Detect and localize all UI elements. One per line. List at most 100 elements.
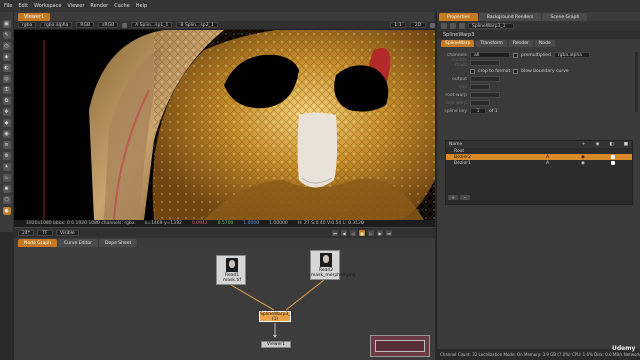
tab-curve-editor[interactable]: Curve Editor xyxy=(57,239,99,247)
mode-select[interactable]: 2D xyxy=(410,22,426,28)
other-icon[interactable]: ✦ xyxy=(2,163,11,171)
tab-properties[interactable]: Properties xyxy=(439,13,478,21)
viewer-tab-bar: Viewer1 xyxy=(14,12,435,21)
particles-icon[interactable]: ✺ xyxy=(2,185,11,193)
lock-warp-field[interactable] xyxy=(470,100,490,106)
3d-icon[interactable]: ◆ xyxy=(2,119,11,127)
curve-row-bezier1[interactable]: Bezier1 A ◉ xyxy=(446,160,632,166)
node-graph-canvas[interactable]: Read1 mask.tif Read2 mask_morphed.png Sp… xyxy=(14,247,435,360)
read2-node[interactable]: Read2 mask_morphed.png xyxy=(310,250,356,280)
proxy-select[interactable]: 1:1 xyxy=(390,22,406,28)
properties-scrollbar[interactable] xyxy=(635,52,638,112)
viewer1-node[interactable]: Viewer1 xyxy=(261,341,291,348)
layer-select[interactable]: rgba.alpha xyxy=(40,22,73,28)
visible-icon[interactable]: ◉ xyxy=(581,161,585,166)
splinewarp-sub: (1) xyxy=(271,316,279,322)
root-warp-field[interactable] xyxy=(470,92,500,98)
tab-node-graph[interactable]: Node Graph xyxy=(18,239,57,247)
colorspace-select[interactable]: RGB xyxy=(76,22,95,28)
tab-background-renders[interactable]: Background Renders xyxy=(478,13,542,21)
lock-icon[interactable] xyxy=(441,23,447,29)
curves-table-header: Name + ◉ ◧ ■ xyxy=(446,141,632,148)
crop-check[interactable] xyxy=(470,68,475,74)
splinewarp-node[interactable]: SplineWarp3_1 (1) xyxy=(259,311,293,322)
first-frame-icon[interactable]: ⏮ xyxy=(332,230,338,236)
isolate-field[interactable] xyxy=(470,60,500,66)
node-graph-minimap[interactable] xyxy=(370,335,430,357)
image-icon[interactable]: ▣ xyxy=(2,20,11,28)
last-frame-icon[interactable]: ⏭ xyxy=(386,230,392,236)
play-forward-icon[interactable]: ▷ xyxy=(368,230,374,236)
remove-curve-button[interactable]: − xyxy=(460,195,470,200)
isolate-label: isolate mask xyxy=(452,58,467,68)
deep-icon[interactable]: ⬡ xyxy=(2,196,11,204)
menu-workspace[interactable]: Workspace xyxy=(34,3,61,9)
color-swatch[interactable] xyxy=(611,155,615,159)
menu-render[interactable]: Render xyxy=(90,3,108,9)
tab-render[interactable]: Render xyxy=(508,40,533,47)
a-input-select[interactable]: A Splin…sp1_1 xyxy=(131,22,173,28)
color-swatch[interactable] xyxy=(611,161,615,165)
tab-viewer1[interactable]: Viewer1 xyxy=(18,13,51,21)
gizmo-icon[interactable]: ● xyxy=(2,207,11,215)
isolate-row: isolate mask xyxy=(437,58,640,68)
tab-transform[interactable]: Transform xyxy=(476,40,507,47)
merge-icon[interactable]: ⧉ xyxy=(2,97,11,105)
next-key-icon[interactable]: ▶ xyxy=(377,230,383,236)
premult-check[interactable] xyxy=(513,52,518,58)
add-icon[interactable]: + xyxy=(582,142,586,147)
tab-node[interactable]: Node xyxy=(534,40,555,47)
mix-field[interactable] xyxy=(470,84,490,90)
channels-field[interactable]: all xyxy=(470,52,510,58)
fps-field[interactable]: 24* xyxy=(18,230,34,236)
metadata-icon[interactable]: ≡ xyxy=(2,141,11,149)
prev-key-icon[interactable]: ◀ xyxy=(341,230,347,236)
filter-icon[interactable]: ◎ xyxy=(2,75,11,83)
range-field[interactable]: TF xyxy=(37,230,53,236)
draw-icon[interactable]: ✎ xyxy=(2,31,11,39)
clear-icon[interactable] xyxy=(450,23,456,29)
status-bar: Channel Count: 32 Localization Mode: On … xyxy=(440,352,640,357)
time-icon[interactable]: ◷ xyxy=(2,42,11,50)
furnace-icon[interactable]: ♨ xyxy=(2,174,11,182)
lut-select[interactable]: sRGB xyxy=(98,22,119,28)
transform-icon[interactable]: ✥ xyxy=(2,108,11,116)
color-icon[interactable]: ◐ xyxy=(2,64,11,72)
tab-splinewarp[interactable]: SplineWarp xyxy=(441,40,475,47)
output-field[interactable] xyxy=(470,76,500,82)
premult-label: premultiplied xyxy=(521,52,551,58)
visible-icon[interactable]: ◉ xyxy=(581,155,585,160)
menu-edit[interactable]: Edit xyxy=(18,3,28,9)
color-col-icon[interactable]: ■ xyxy=(624,142,628,147)
menu-file[interactable]: File xyxy=(4,3,12,9)
viewer-image[interactable] xyxy=(14,30,435,220)
visibility-icon[interactable]: ◉ xyxy=(596,142,600,147)
b-input-select[interactable]: B Splin…sp2_1 xyxy=(176,22,218,28)
channel-icon[interactable]: ◈ xyxy=(2,53,11,61)
visible-select[interactable]: Visible xyxy=(56,230,79,236)
keyer-icon[interactable]: ⚿ xyxy=(2,86,11,94)
lock-warp-row: lock warp xyxy=(437,99,640,107)
views-icon[interactable]: ◉ xyxy=(2,130,11,138)
node-header: SplineWarp3 xyxy=(437,31,640,39)
toolsets-icon[interactable]: ⚙ xyxy=(2,152,11,160)
color-picker-icon[interactable] xyxy=(122,22,128,28)
tab-dope-sheet[interactable]: Dope Sheet xyxy=(99,239,138,247)
crop-label: crop to format xyxy=(478,68,511,74)
settings-icon[interactable] xyxy=(430,22,435,28)
max-panels-icon[interactable] xyxy=(459,23,465,29)
menu-cache[interactable]: Cache xyxy=(114,3,130,9)
lock-col-icon[interactable]: ◧ xyxy=(609,142,613,147)
menu-viewer[interactable]: Viewer xyxy=(67,3,84,9)
spline-key-field[interactable]: 1 xyxy=(470,108,486,114)
channels-select[interactable]: rgba xyxy=(18,22,37,28)
stop-icon[interactable]: ■ xyxy=(359,230,365,236)
node-name-field[interactable]: SplineWarp3_1 xyxy=(468,23,514,29)
play-backward-icon[interactable]: ◁ xyxy=(350,230,356,236)
menu-help[interactable]: Help xyxy=(136,3,147,9)
add-curve-button[interactable]: + xyxy=(448,195,458,200)
blow-check[interactable] xyxy=(513,68,519,74)
premult-field[interactable]: rgba.alpha xyxy=(553,52,590,58)
read1-node[interactable]: Read1 mask.tif xyxy=(216,255,246,285)
tab-scene-graph[interactable]: Scene Graph xyxy=(542,13,588,21)
